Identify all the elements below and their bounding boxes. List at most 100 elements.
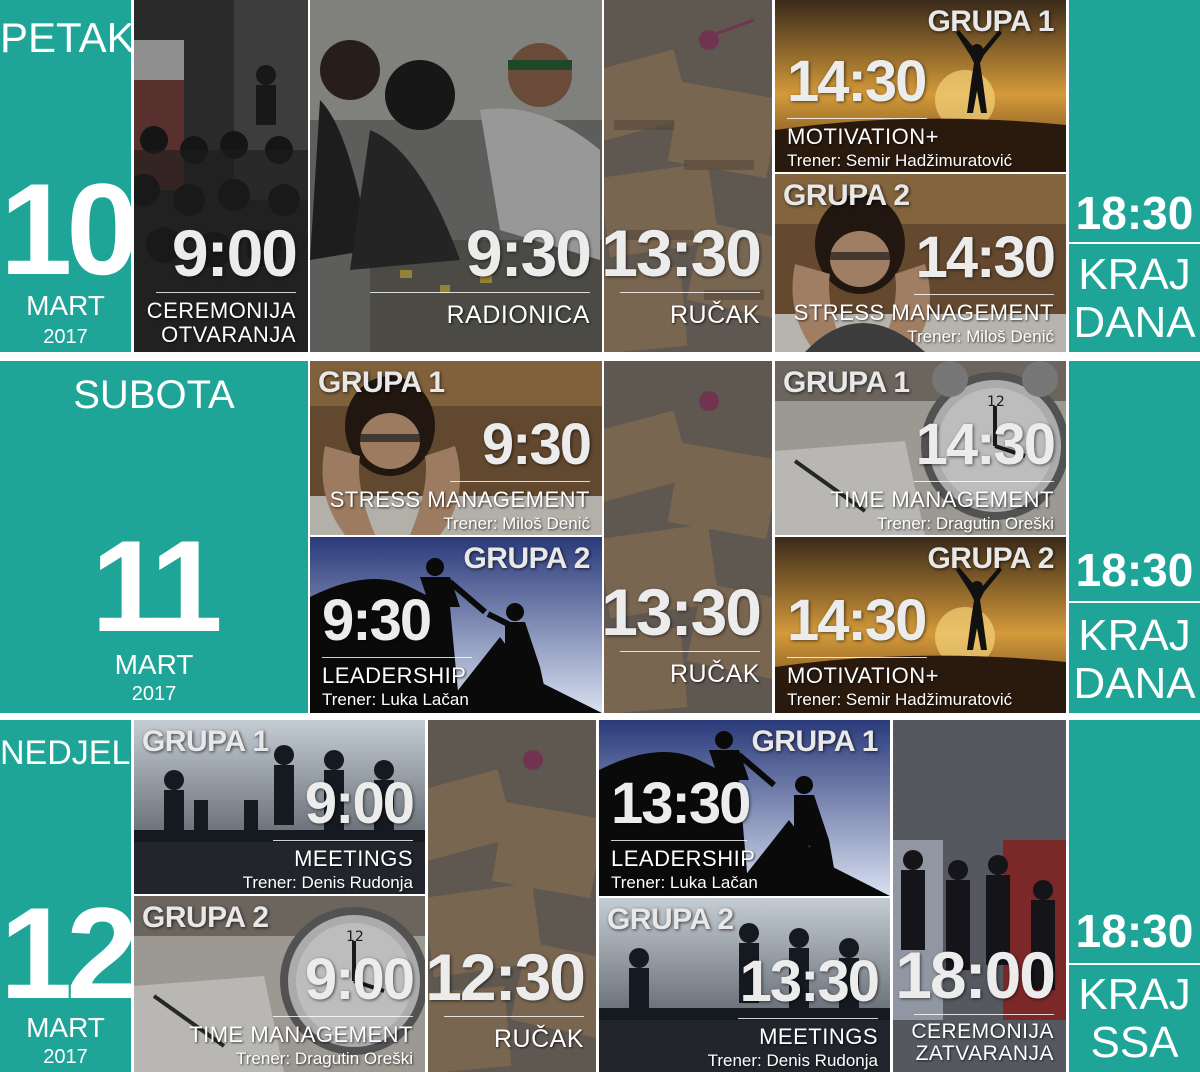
session-text: 12:30 RUČAK: [428, 940, 586, 1055]
group-label: GRUPA 1: [927, 5, 1054, 38]
session-tile[interactable]: GRUPA 2 14:30 MOTIVATION+ Trener: Semir …: [775, 537, 1066, 713]
session-title: STRESS MANAGEMENT: [793, 300, 1054, 325]
group-label: GRUPA 2: [142, 901, 269, 934]
session-text: 18:00 CEREMONIJA ZATVARANJA: [895, 938, 1056, 1065]
session-time: 9:00: [304, 947, 415, 1012]
session-time: 13:30: [611, 771, 751, 836]
session-trainer: Trener: Semir Hadžimuratović: [787, 151, 1013, 170]
session-text: 14:30 STRESS MANAGEMENT Trener: Miloš De…: [793, 225, 1056, 347]
day-month: MART: [114, 649, 194, 680]
day-row-subota: SUBOTA 11 MART 2017 GRUPA 1 9:30 STRESS …: [0, 361, 1200, 713]
session-title: LEADERSHIP: [611, 846, 756, 871]
session-tile[interactable]: GRUPA 1 9:30 STRESS MANAGEMENT Trener: M…: [310, 361, 602, 535]
session-time: 12:30: [428, 940, 586, 1014]
end-label-line2: SSA: [1090, 1018, 1179, 1067]
session-title: RUČAK: [669, 660, 760, 688]
session-tile[interactable]: 9:00 CEREMONIJA OTVARANJA: [134, 0, 308, 352]
session-tile[interactable]: GRUPA 1 14:30 MOTIVATION+ Trener: Semir …: [775, 0, 1066, 172]
day-name: SUBOTA: [73, 373, 235, 417]
session-title-line2: ZATVARANJA: [915, 1042, 1054, 1065]
group-label: GRUPA 2: [607, 903, 734, 936]
day-year: 2017: [131, 683, 177, 705]
session-time: 9:30: [465, 216, 592, 290]
day-year: 2017: [43, 1046, 88, 1068]
session-text: 9:00 MEETINGS Trener: Denis Rudonja: [242, 771, 415, 893]
session-trainer: Trener: Luka Lačan: [611, 873, 758, 892]
session-time: 18:00: [895, 938, 1056, 1012]
session-trainer: Trener: Miloš Denić: [907, 327, 1054, 346]
session-title: STRESS MANAGEMENT: [329, 487, 590, 512]
session-tile[interactable]: 18:00 CEREMONIJA ZATVARANJA: [893, 720, 1066, 1072]
day-number: 12: [0, 880, 131, 1026]
session-text: 14:30 MOTIVATION+ Trener: Semir Hadžimur…: [787, 52, 1012, 171]
group-label: GRUPA 2: [783, 179, 910, 212]
session-tile[interactable]: 13:30 RUČAK: [604, 361, 772, 713]
session-time: 9:30: [481, 412, 592, 477]
session-text: 13:30 LEADERSHIP Trener: Luka Lačan: [611, 774, 758, 893]
end-time: 18:30: [1075, 544, 1194, 596]
end-label-line1: KRAJ: [1078, 250, 1191, 299]
session-tile[interactable]: GRUPA 2 14:30 STRESS MANAGEMENT Trener: …: [775, 174, 1066, 352]
end-label-line1: KRAJ: [1078, 970, 1191, 1019]
group-label: GRUPA 1: [318, 366, 445, 399]
end-label-line2: DANA: [1073, 659, 1196, 708]
session-tile[interactable]: 12:30 RUČAK: [428, 720, 596, 1072]
session-title-line1: CEREMONIJA: [146, 298, 296, 323]
session-trainer: Trener: Dragutin Oreški: [236, 1049, 413, 1068]
session-tile[interactable]: GRUPA 1 9:00 MEETINGS Trener: Denis Rudo…: [134, 720, 425, 894]
session-title: LEADERSHIP: [322, 663, 467, 688]
session-time: 9:00: [304, 771, 415, 836]
group-label: GRUPA 1: [751, 725, 878, 758]
session-time: 14:30: [787, 588, 927, 653]
session-text: 9:30 STRESS MANAGEMENT Trener: Miloš Den…: [329, 412, 592, 534]
day-panel: NEDJELJA 12 MART 2017: [0, 720, 131, 1072]
session-time: 9:30: [322, 588, 432, 653]
session-tile[interactable]: GRUPA 1 13:30 LEADERSHIP Trener: Luka La…: [599, 720, 890, 896]
session-time: 9:00: [171, 216, 298, 290]
day-row-nedjelja: NEDJELJA 12 MART 2017 GRUPA 1 9:00: [0, 720, 1200, 1072]
session-tile[interactable]: 9:30 RADIONICA: [310, 0, 602, 352]
session-text: 13:30 MEETINGS Trener: Denis Rudonja: [707, 952, 880, 1071]
session-trainer: Trener: Miloš Denić: [443, 514, 590, 533]
session-trainer: Trener: Denis Rudonja: [707, 1051, 878, 1070]
session-tile[interactable]: 13:30 RUČAK: [604, 0, 772, 352]
day-month: MART: [26, 1012, 105, 1043]
end-time: 18:30: [1075, 905, 1194, 957]
session-title: MOTIVATION+: [787, 663, 939, 688]
session-title: MOTIVATION+: [787, 124, 939, 149]
session-time: 14:30: [915, 412, 1056, 477]
day-year: 2017: [43, 326, 88, 348]
session-time: 14:30: [787, 49, 927, 114]
session-trainer: Trener: Dragutin Oreški: [877, 514, 1054, 533]
day-name: PETAK: [0, 14, 131, 61]
session-time: 14:30: [915, 225, 1056, 290]
session-time: 13:30: [604, 575, 762, 649]
session-text: 13:30 RUČAK: [604, 575, 762, 690]
day-number: 10: [0, 156, 131, 302]
day-name: NEDJELJA: [0, 734, 131, 772]
end-panel: 18:30 KRAJ SSA: [1069, 720, 1200, 1072]
session-text: 13:30 RUČAK: [604, 216, 762, 331]
session-text: 14:30 TIME MANAGEMENT Trener: Dragutin O…: [830, 412, 1056, 534]
session-tile[interactable]: GRUPA 2 13:30 MEETINGS Trener: Denis Rud…: [599, 898, 890, 1072]
session-text: 9:00 CEREMONIJA OTVARANJA: [146, 216, 298, 347]
end-label-line2: DANA: [1073, 298, 1196, 347]
session-title: RADIONICA: [446, 301, 590, 329]
end-panel: 18:30 KRAJ DANA: [1069, 361, 1200, 713]
session-title: TIME MANAGEMENT: [830, 487, 1054, 512]
session-title: RUČAK: [669, 301, 760, 329]
session-text: 9:30 RADIONICA: [370, 216, 592, 331]
session-tile[interactable]: GRUPA 2 9:30 LEADERSHIP Trener: Luka Lač…: [310, 537, 602, 713]
session-text: 14:30 MOTIVATION+ Trener: Semir Hadžimur…: [787, 591, 1012, 710]
session-time: 13:30: [604, 216, 762, 290]
session-title-line1: CEREMONIJA: [911, 1020, 1054, 1043]
day-panel: PETAK 10 MART 2017: [0, 0, 131, 352]
session-tile[interactable]: 12 GRUPA 1 14:30 TIME MANAGEMENT Trener:…: [775, 361, 1066, 535]
session-tile[interactable]: 12 GRUPA 2 9:00 TIME MANAGEMENT Trener: …: [134, 896, 425, 1072]
group-label: GRUPA 1: [142, 725, 269, 758]
day-panel: SUBOTA 11 MART 2017: [0, 361, 308, 713]
session-trainer: Trener: Denis Rudonja: [242, 873, 413, 892]
session-trainer: Trener: Luka Lačan: [322, 690, 469, 709]
day-number: 11: [91, 513, 222, 659]
session-title: MEETINGS: [294, 846, 413, 871]
